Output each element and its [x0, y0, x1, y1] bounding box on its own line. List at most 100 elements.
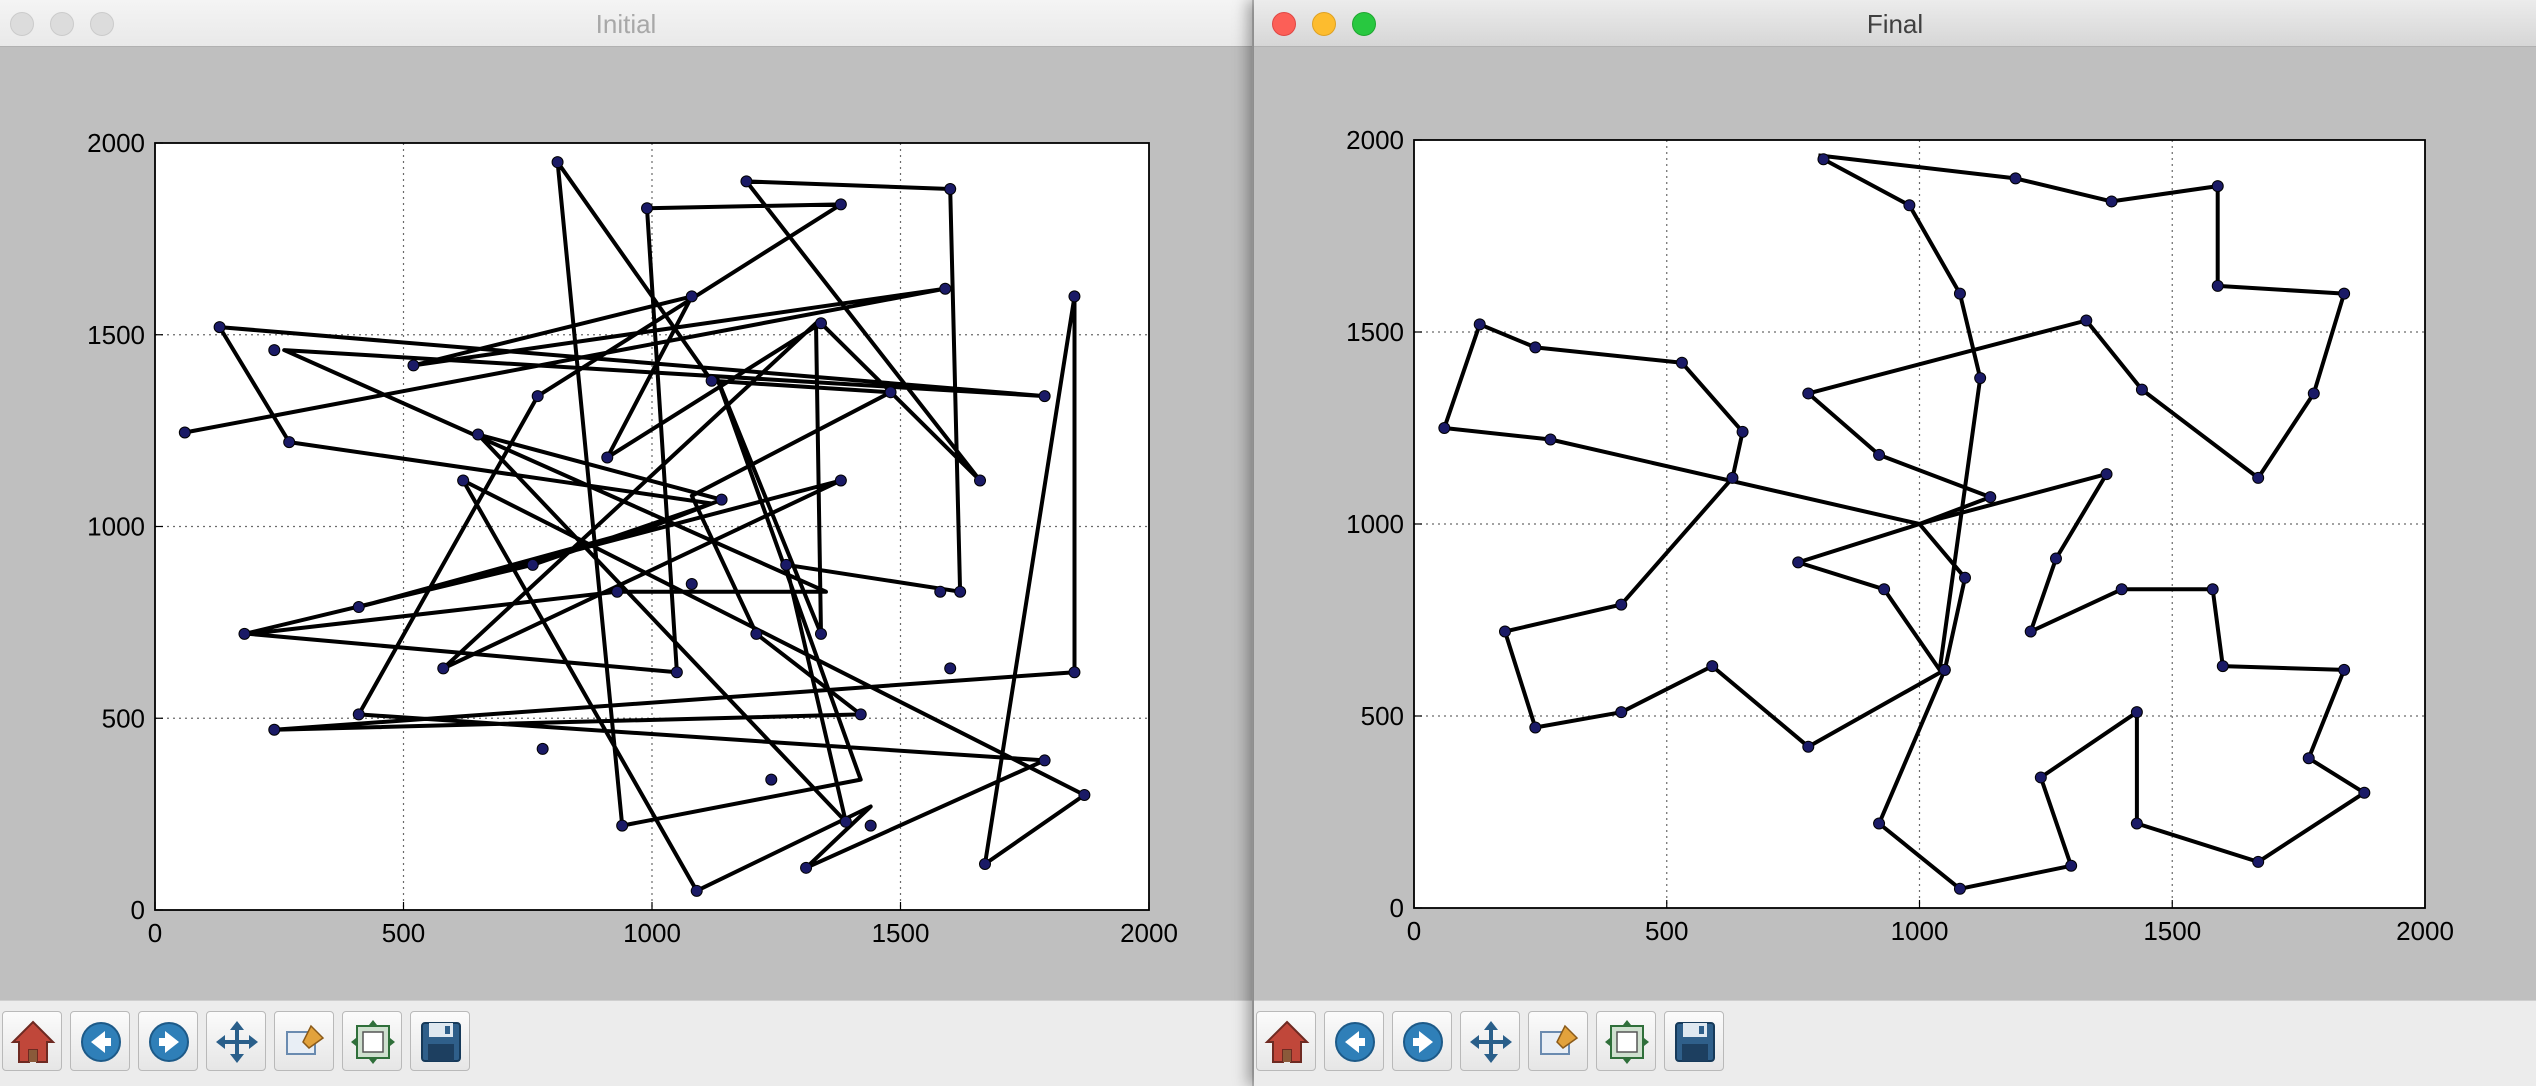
window-initial: Initial 0 500 1000 1500 2000 0 500 1000 1500 2000	[0, 0, 1252, 1086]
city-point	[2211, 279, 2224, 292]
plot-figure[interactable]: 0 500 1000 1500 2000 0 500 1000 1500 2000	[1254, 60, 2536, 1000]
city-point	[2252, 855, 2265, 868]
city-point	[1938, 663, 1951, 676]
city-point	[2216, 660, 2229, 673]
city-point	[1792, 556, 1805, 569]
home-button[interactable]	[2, 1011, 62, 1071]
x-tick-label: 2000	[1120, 918, 1178, 948]
city-point	[407, 359, 420, 372]
zoom-rect-icon	[1540, 1024, 1579, 1055]
zoom-rect-icon	[286, 1024, 325, 1055]
city-point	[814, 627, 827, 640]
x-tick-label: 0	[1407, 916, 1421, 946]
city-point	[457, 474, 470, 487]
forward-button[interactable]	[138, 1011, 198, 1071]
city-point	[685, 290, 698, 303]
city-point	[705, 374, 718, 387]
navigation-toolbar	[1254, 1000, 2536, 1086]
zoom-button[interactable]	[1528, 1011, 1588, 1071]
city-point	[1615, 598, 1628, 611]
city-point	[1068, 290, 1081, 303]
city-point	[1958, 571, 1971, 584]
city-point	[601, 451, 614, 464]
city-point	[178, 426, 191, 439]
city-point	[268, 344, 281, 357]
city-point	[690, 884, 703, 897]
back-arrow-icon	[1335, 1022, 1375, 1062]
city-point	[1873, 817, 1886, 830]
city-point	[1078, 788, 1091, 801]
city-point	[1802, 740, 1815, 753]
x-tick-label: 1500	[2143, 916, 2201, 946]
city-point	[2338, 287, 2351, 300]
city-point	[1953, 287, 1966, 300]
city-point	[283, 436, 296, 449]
city-point	[1529, 341, 1542, 354]
move-arrows-icon	[216, 1021, 258, 1063]
city-point	[1038, 390, 1051, 403]
titlebar[interactable]: Initial	[0, 0, 1252, 47]
pan-button[interactable]	[206, 1011, 266, 1071]
city-point	[1984, 491, 1997, 504]
city-point	[2065, 859, 2078, 872]
city-point	[1903, 199, 1916, 212]
home-button[interactable]	[1256, 1011, 1316, 1071]
city-point	[611, 585, 624, 598]
city-point	[2358, 786, 2371, 799]
subplots-icon	[1605, 1020, 1649, 1064]
city-point	[1953, 882, 1966, 895]
city-point	[1802, 387, 1815, 400]
city-point	[531, 390, 544, 403]
city-point	[884, 386, 897, 399]
city-point	[1878, 583, 1891, 596]
pan-button[interactable]	[1460, 1011, 1520, 1071]
city-point	[944, 183, 957, 196]
titlebar[interactable]: Final	[1254, 0, 2536, 47]
x-tick-label: 500	[382, 918, 425, 948]
city-point	[616, 819, 629, 832]
city-point	[2024, 625, 2037, 638]
city-point	[1736, 425, 1749, 438]
y-tick-label: 1000	[1346, 509, 1404, 539]
plot-figure[interactable]: 0 500 1000 1500 2000 0 500 1000 1500 2000	[0, 60, 1252, 1000]
city-point	[864, 819, 877, 832]
city-point	[437, 662, 450, 675]
window-final: Final 0 500 1000 1500 2000 0 500 1000 1500 2000	[1254, 0, 2536, 1086]
save-button[interactable]	[410, 1011, 470, 1071]
window-title: Initial	[595, 9, 657, 39]
city-point	[1974, 372, 1987, 385]
subplots-button[interactable]	[1596, 1011, 1656, 1071]
city-point	[944, 662, 957, 675]
zoom-button[interactable]	[274, 1011, 334, 1071]
city-point	[1438, 422, 1451, 434]
city-point	[780, 558, 793, 571]
back-button[interactable]	[1324, 1011, 1384, 1071]
y-tick-label: 0	[131, 895, 145, 925]
navigation-toolbar	[0, 1000, 1252, 1086]
city-point	[2130, 817, 2143, 830]
city-point	[765, 773, 778, 786]
subplots-button[interactable]	[342, 1011, 402, 1071]
subplots-icon	[351, 1020, 395, 1064]
forward-arrow-icon	[1403, 1022, 1443, 1062]
city-point	[1473, 318, 1486, 331]
forward-arrow-icon	[149, 1022, 189, 1062]
city-point	[2105, 195, 2118, 208]
y-tick-label: 1000	[87, 512, 145, 542]
back-button[interactable]	[70, 1011, 130, 1071]
city-point	[1726, 471, 1739, 484]
city-point	[934, 585, 947, 598]
city-point	[2338, 663, 2351, 676]
city-point	[551, 156, 564, 169]
city-point	[2009, 172, 2022, 185]
y-tick-label: 500	[1361, 701, 1404, 731]
city-point	[268, 723, 281, 736]
city-point	[670, 666, 683, 679]
city-point	[954, 585, 967, 598]
city-point	[1498, 625, 1511, 638]
city-point	[740, 175, 753, 188]
forward-button[interactable]	[1392, 1011, 1452, 1071]
save-button[interactable]	[1664, 1011, 1724, 1071]
city-point	[536, 742, 549, 755]
y-tick-label: 1500	[87, 320, 145, 350]
